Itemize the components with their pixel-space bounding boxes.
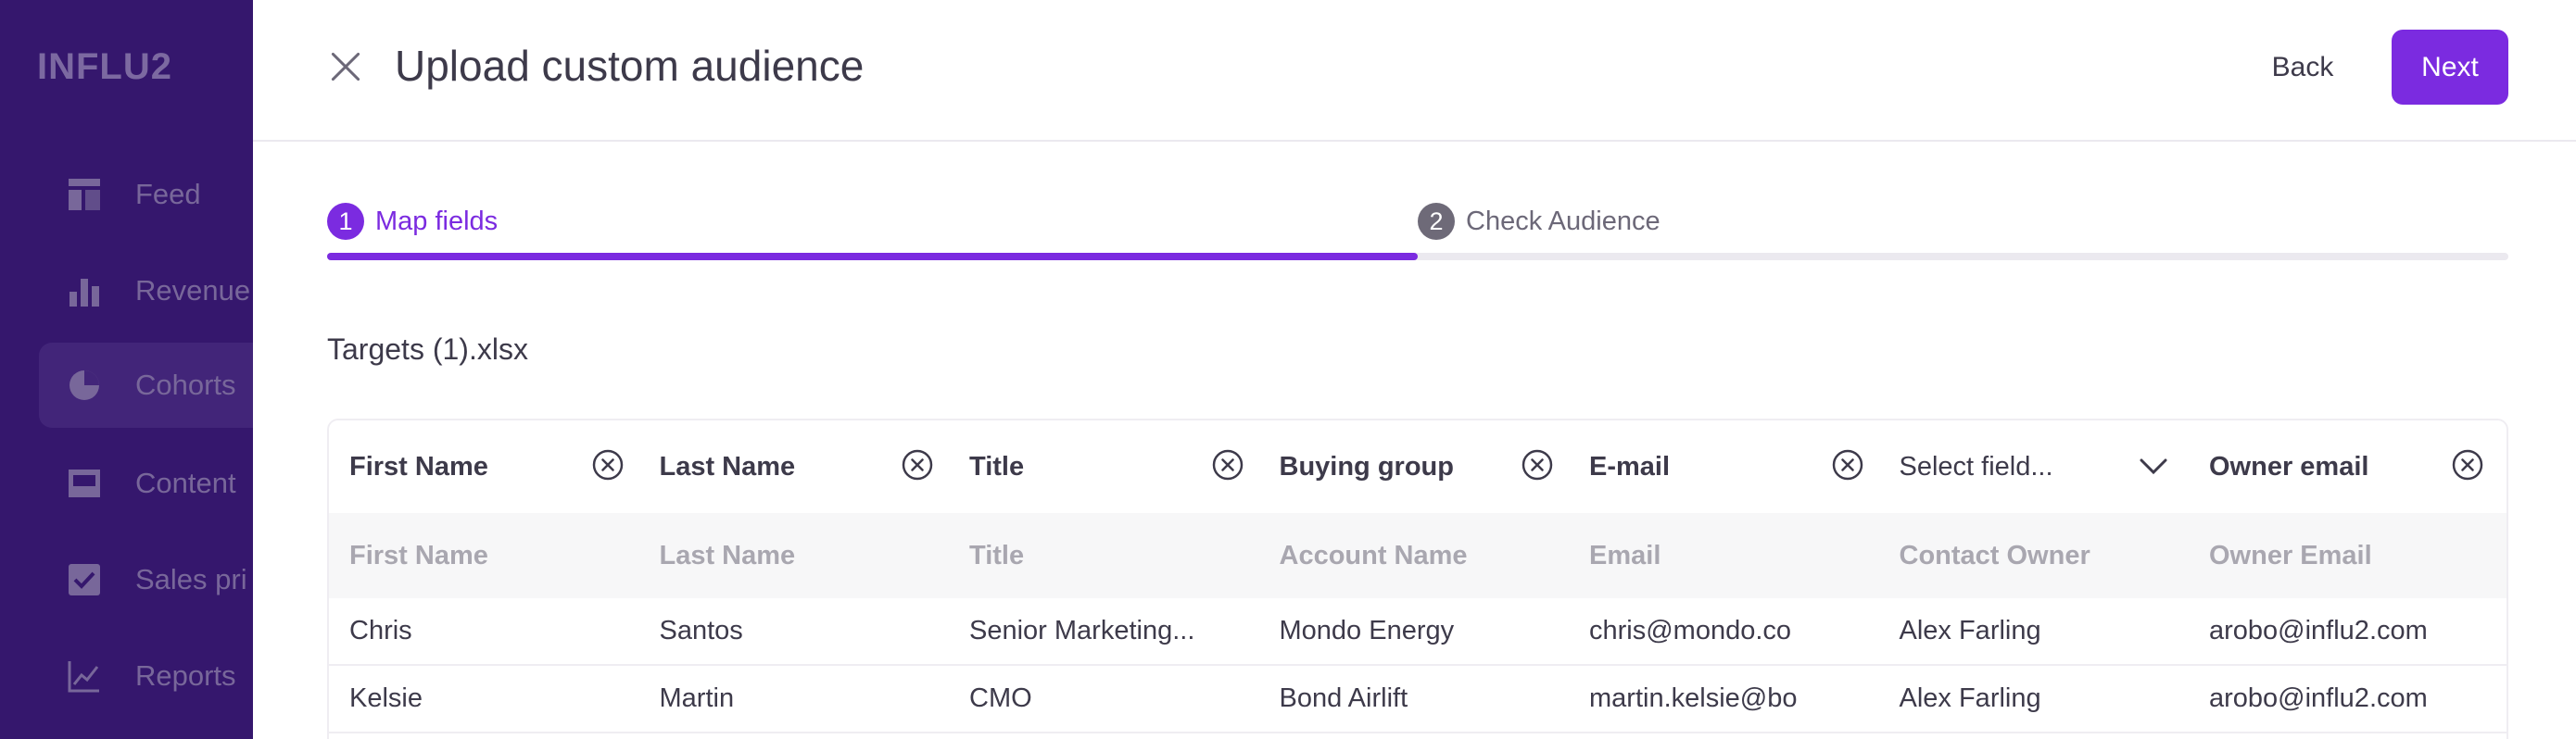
table-cell: chris@mondo.co [1589,616,1792,645]
back-button[interactable]: Back [2247,33,2358,102]
table-cell: Chris [349,616,412,645]
table-cell: CMO [969,683,1032,713]
step-label: Map fields [375,206,499,236]
table-cell: arobo@influ2.com [2209,616,2428,645]
header-label: Title [969,451,1025,482]
file-name: Targets (1).xlsx [327,332,528,366]
table-cell: martin.kelsie@bo [1589,683,1798,713]
remove-mapping-icon[interactable] [1521,448,1554,482]
table-cell: Senior Marketing... [969,616,1195,645]
step-check-audience[interactable]: 2 Check Audience [1418,201,1661,242]
header-label: Owner email [2209,451,2369,482]
mapped-header-row: First Name Last Name Title Buying group E-ma… [329,420,2507,513]
step-number: 1 [327,203,364,240]
remove-mapping-icon[interactable] [1831,448,1864,482]
remove-mapping-icon[interactable] [2451,448,2484,482]
step-label: Check Audience [1466,206,1661,236]
table-cell: Bond Airlift [1279,683,1408,713]
table-row: Kelsie Martin CMO Bond Airlift martin.kelsie… [329,666,2507,733]
header-label: Last Name [659,451,796,482]
close-icon [331,52,360,81]
remove-mapping-icon[interactable] [591,448,625,482]
header-label: Select field... [1899,451,2053,482]
mapped-header-cell: Owner email [2189,420,2499,513]
select-field-dropdown[interactable]: Select field... [1879,420,2190,513]
field-mapping-table: First Name Last Name Title Buying group E-ma… [327,419,2508,739]
source-header-cell: Email [1589,540,1661,570]
table-cell: Santos [659,616,743,645]
table-cell: Alex Farling [1899,616,2041,645]
table-cell: Alex Farling [1899,683,2041,713]
step-map-fields[interactable]: 1 Map fields [327,201,498,242]
modal-backdrop[interactable] [0,0,253,739]
table-cell: arobo@influ2.com [2209,683,2428,713]
source-header-cell: Contact Owner [1899,540,2090,570]
table-row: Chris Santos Senior Marketing... Mondo Ener… [329,598,2507,666]
step-number: 2 [1418,203,1455,240]
mapped-header-cell: First Name [329,420,639,513]
source-header-cell: Owner Email [2209,540,2372,570]
remove-mapping-icon[interactable] [1211,448,1244,482]
upload-audience-panel: Upload custom audience Back Next 1 Map f… [253,0,2576,739]
progress-fill [327,253,1418,260]
source-header-cell: Account Name [1279,540,1468,570]
source-header-row: First Name Last Name Title Account Name Emai… [329,513,2507,598]
header-label: First Name [349,451,488,482]
mapped-header-cell: Last Name [639,420,950,513]
table-cell: Mondo Energy [1279,616,1455,645]
source-header-cell: Last Name [659,540,796,570]
next-button[interactable]: Next [2392,30,2508,105]
header-label: Buying group [1279,451,1454,482]
panel-header: Upload custom audience Back Next [253,0,2576,142]
mapped-header-cell: E-mail [1569,420,1879,513]
source-header-cell: First Name [349,540,488,570]
page-title: Upload custom audience [395,42,865,90]
mapped-header-cell: Title [949,420,1259,513]
table-cell: Kelsie [349,683,423,713]
mapped-header-cell: Buying group [1259,420,1570,513]
table-cell: Martin [659,683,735,713]
remove-mapping-icon[interactable] [901,448,934,482]
source-header-cell: Title [969,540,1025,570]
close-button[interactable] [327,48,364,85]
chevron-down-icon[interactable] [2139,454,2168,480]
header-label: E-mail [1589,451,1671,482]
